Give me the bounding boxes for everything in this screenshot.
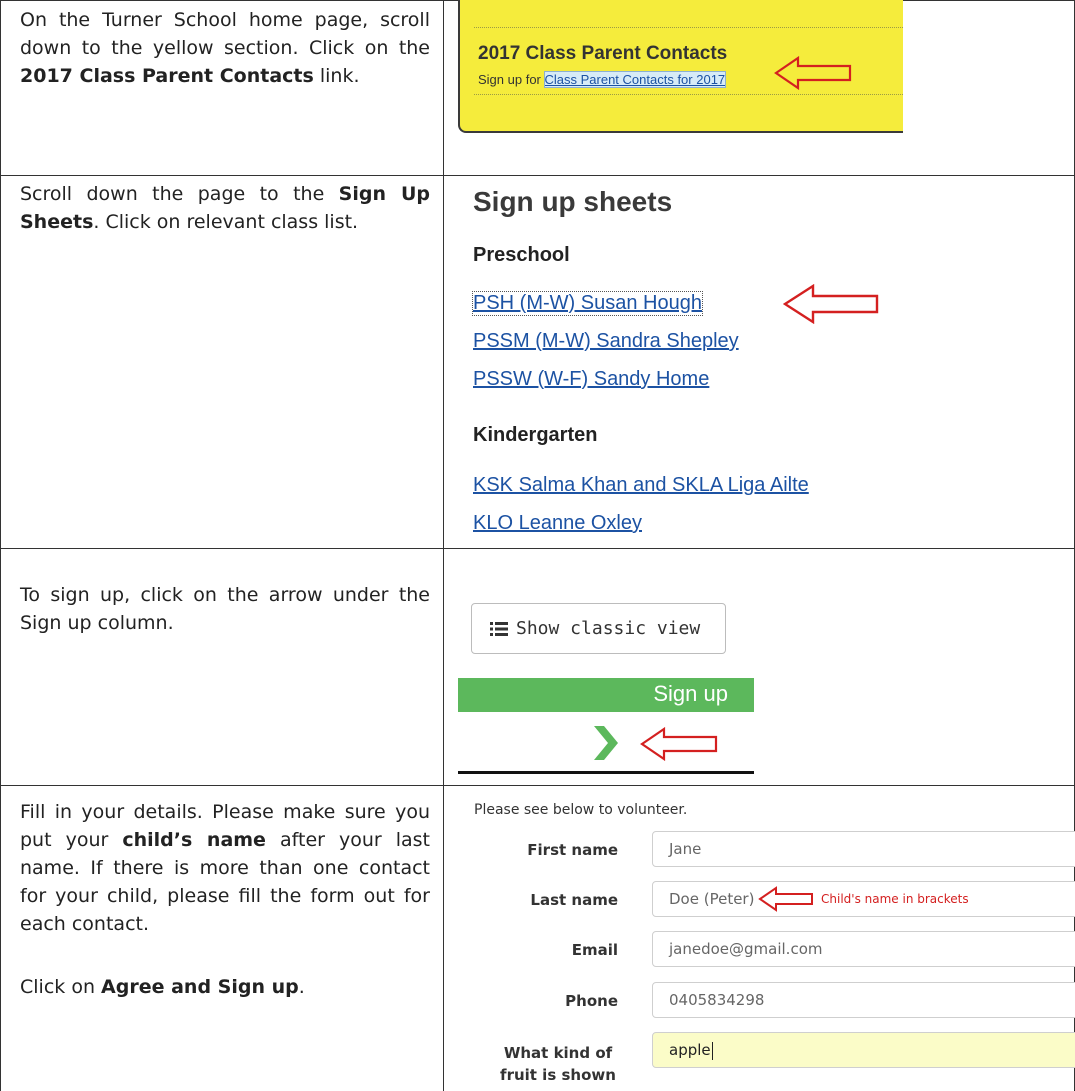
text-caret [711, 1041, 713, 1060]
sign-up-column-header: Sign up [458, 678, 754, 712]
yellow-section-text: Sign up for Class Parent Contacts for 20… [478, 71, 727, 88]
instruction-text: link. [313, 65, 360, 87]
first-name-label: First name [527, 841, 618, 859]
instruction-text: To sign up, click on the arrow under the… [20, 584, 430, 634]
class-parent-contacts-link[interactable]: Class Parent Contacts for 2017 [543, 71, 727, 88]
instruction-bold: Agree and Sign up [101, 976, 299, 998]
instruction-bold: child’s name [122, 829, 266, 851]
form-intro: Please see below to volunteer. [474, 802, 688, 818]
dotted-divider [474, 94, 903, 95]
class-list-link[interactable]: PSH (M-W) Susan Hough [472, 291, 703, 316]
list-icon [490, 621, 508, 636]
chevron-right-icon[interactable] [592, 724, 620, 762]
class-list-link[interactable]: PSSM (M-W) Sandra Shepley [473, 330, 739, 353]
instruction-step-4: Fill in your details. Please make sure y… [20, 798, 430, 1001]
instruction-step-1: On the Turner School home page, scroll d… [20, 6, 430, 90]
dotted-divider [474, 27, 903, 28]
left-arrow-icon [758, 886, 813, 912]
instruction-text: Scroll down the page to the [20, 183, 339, 205]
table-divider [443, 0, 444, 1091]
left-arrow-icon [774, 56, 852, 90]
email-label: Email [571, 941, 618, 959]
class-list-link[interactable]: KLO Leanne Oxley [473, 512, 642, 535]
signup-prefix: Sign up for [478, 72, 545, 87]
first-name-field[interactable]: Jane [652, 831, 1075, 867]
phone-label: Phone [565, 992, 618, 1010]
instruction-text: Click on [20, 976, 102, 998]
fruit-question-label: What kind of fruit is shown [500, 1044, 616, 1084]
row-divider [0, 785, 1075, 786]
email-field[interactable]: janedoe@gmail.com [652, 931, 1075, 967]
childs-name-note: Child's name in brackets [821, 892, 969, 906]
row-divider [0, 175, 1075, 176]
show-classic-view-label: Show classic view [516, 618, 701, 639]
table-bottom-border [458, 771, 754, 774]
class-list-link[interactable]: PSSW (W-F) Sandy Home [473, 368, 709, 391]
left-arrow-icon [640, 727, 718, 761]
class-list-link[interactable]: KSK Salma Khan and SKLA Liga Ailte [473, 474, 809, 497]
instruction-step-3: To sign up, click on the arrow under the… [20, 581, 430, 637]
left-arrow-icon [783, 284, 879, 324]
phone-field[interactable]: 0405834298 [652, 982, 1075, 1018]
last-name-label: Last name [530, 891, 618, 909]
preschool-heading: Preschool [473, 244, 570, 266]
fruit-answer-field[interactable]: apple [652, 1032, 1075, 1068]
row-divider [0, 548, 1075, 549]
instruction-text: . Click on relevant class list. [93, 211, 359, 233]
table-border-left [0, 0, 1, 1091]
yellow-section-title: 2017 Class Parent Contacts [478, 43, 728, 64]
instruction-text: . [298, 976, 305, 998]
instruction-text: On the Turner School home page, scroll d… [20, 9, 430, 59]
kindergarten-heading: Kindergarten [473, 424, 598, 446]
sign-up-sheets-title: Sign up sheets [473, 186, 673, 217]
sign-up-column-label: Sign up [653, 681, 728, 706]
instruction-bold: 2017 Class Parent Contacts [20, 65, 314, 87]
fruit-answer-value: apple [669, 1041, 711, 1059]
instruction-step-2: Scroll down the page to the Sign Up Shee… [20, 180, 430, 236]
show-classic-view-button[interactable]: Show classic view [471, 603, 726, 654]
